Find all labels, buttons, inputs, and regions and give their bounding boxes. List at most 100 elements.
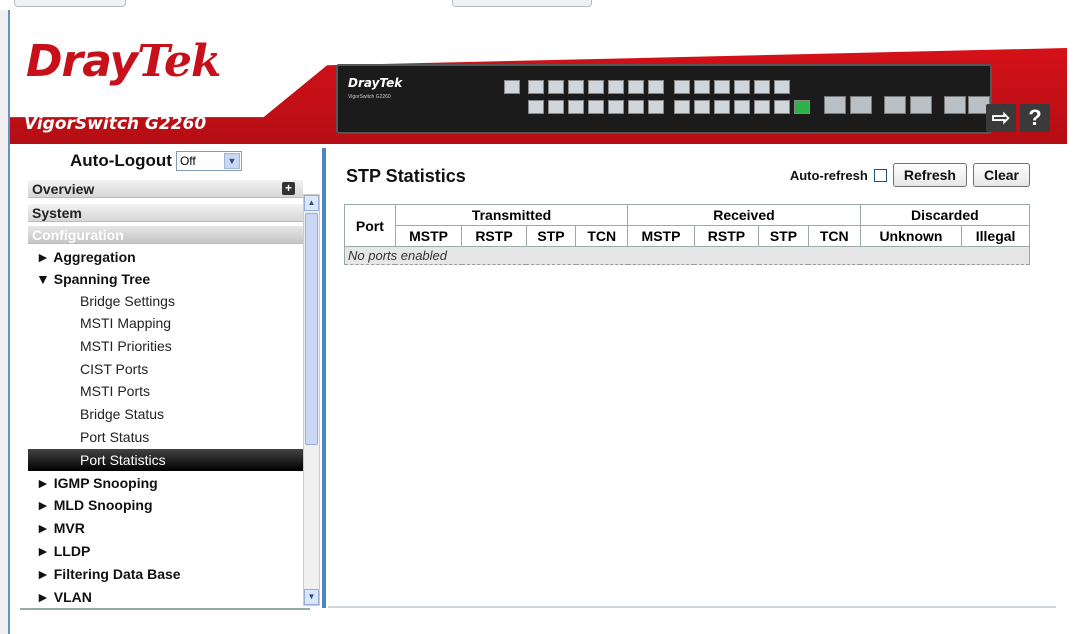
col-illegal-header: Illegal — [961, 225, 1030, 247]
menu-item-spanning-tree[interactable]: ▼ Spanning Tree — [28, 268, 303, 290]
auto-logout-label: Auto-Logout — [70, 151, 172, 170]
port-icon — [734, 100, 750, 114]
chevron-down-icon[interactable]: ▼ — [223, 153, 240, 169]
group-received-header: Received — [627, 204, 861, 226]
sfp-port-icon — [884, 96, 906, 114]
help-icon[interactable]: ? — [1020, 104, 1050, 132]
device-subtitle: VigorSwitch G2260 — [348, 94, 391, 100]
col-tx-mstp-header: MSTP — [394, 225, 463, 247]
auto-logout-value: Off — [179, 154, 196, 168]
menu-overview-label: Overview — [32, 181, 95, 197]
sfp-port-icon — [850, 96, 872, 114]
col-rx-rstp-header: RSTP — [693, 225, 760, 247]
menu-item-bridge-settings[interactable]: Bridge Settings — [28, 290, 303, 312]
menu-item-msti-priorities[interactable]: MSTI Priorities — [28, 335, 303, 357]
browser-tab[interactable] — [452, 0, 592, 7]
menu-item-msti-mapping[interactable]: MSTI Mapping — [28, 312, 303, 334]
draytek-logo: DrayTek — [26, 36, 221, 87]
menu-overview[interactable]: Overview + — [28, 180, 303, 198]
menu-item-filtering-data-base[interactable]: ► Filtering Data Base — [28, 563, 303, 585]
port-icon — [608, 80, 624, 94]
port-icon — [714, 80, 730, 94]
port-icon — [648, 100, 664, 114]
port-icon — [754, 100, 770, 114]
model-name: VigorSwitch G2260 — [24, 114, 207, 134]
auto-logout: Auto-Logout Off ▼ — [70, 150, 242, 172]
sfp-port-icon — [910, 96, 932, 114]
panel-divider — [322, 148, 326, 608]
sfp-port-icon — [824, 96, 846, 114]
table-row: No ports enabled — [344, 246, 1030, 265]
col-port-header: Port — [344, 204, 396, 247]
expand-plus-icon[interactable]: + — [282, 182, 295, 195]
auto-refresh-checkbox[interactable] — [873, 168, 887, 182]
port-icon — [694, 80, 710, 94]
port-icon — [548, 80, 564, 94]
device-logo: DrayTek — [348, 76, 403, 90]
browser-top-strip — [0, 0, 1077, 10]
col-rx-stp-header: STP — [758, 225, 809, 247]
scrollbar-thumb[interactable] — [305, 213, 318, 445]
col-tx-rstp-header: RSTP — [461, 225, 527, 247]
col-rx-mstp-header: MSTP — [627, 225, 695, 247]
port-icon — [588, 100, 604, 114]
menu-item-mvr[interactable]: ► MVR — [28, 517, 303, 539]
group-transmitted-header: Transmitted — [394, 204, 629, 226]
port-icon — [714, 100, 730, 114]
menu-configuration-label: Configuration — [32, 227, 124, 243]
menu-system[interactable]: System — [28, 204, 303, 222]
menu-item-igmp-snooping[interactable]: ► IGMP Snooping — [28, 472, 303, 494]
device-front-panel-image: DrayTek VigorSwitch G2260 — [336, 64, 992, 134]
port-icon — [588, 80, 604, 94]
port-icon — [608, 100, 624, 114]
menu-item-aggregation[interactable]: ► Aggregation — [28, 246, 303, 268]
port-icon — [628, 80, 644, 94]
port-icon — [568, 80, 584, 94]
port-icon — [648, 80, 664, 94]
group-discarded-header: Discarded — [859, 204, 1031, 226]
col-unknown-header: Unknown — [859, 225, 963, 247]
port-icon — [504, 80, 520, 94]
col-tx-tcn-header: TCN — [575, 225, 629, 247]
port-icon — [754, 80, 770, 94]
scroll-down-icon[interactable]: ▼ — [304, 589, 319, 605]
refresh-button[interactable]: Refresh — [892, 163, 967, 187]
logout-icon[interactable]: ⇨ — [986, 104, 1016, 132]
port-icon — [694, 100, 710, 114]
empty-table-message: No ports enabled — [344, 246, 1030, 265]
menu-item-lldp[interactable]: ► LLDP — [28, 540, 303, 562]
sidebar-scrollbar[interactable]: ▲ ▼ — [303, 194, 320, 606]
menu-item-vlan[interactable]: ► VLAN — [28, 586, 303, 608]
port-active-icon — [794, 100, 810, 114]
browser-tab[interactable] — [14, 0, 126, 7]
main-bottom-line — [328, 606, 1056, 608]
toolbar: Auto-refresh Refresh Clear — [790, 163, 1030, 187]
port-icon — [528, 100, 544, 114]
clear-button[interactable]: Clear — [972, 163, 1030, 187]
menu-item-port-status[interactable]: Port Status — [28, 426, 303, 448]
logo-dray-text: Dray — [26, 36, 138, 87]
menu-item-cist-ports[interactable]: CIST Ports — [28, 358, 303, 380]
port-icon — [774, 100, 790, 114]
auto-logout-select[interactable]: Off ▼ — [175, 151, 242, 171]
sidebar-bottom-line — [20, 608, 310, 610]
port-icon — [568, 100, 584, 114]
col-rx-tcn-header: TCN — [807, 225, 861, 247]
port-icon — [548, 100, 564, 114]
menu-configuration[interactable]: Configuration — [28, 226, 303, 244]
stp-statistics-table: Port Transmitted Received Discarded MSTP… — [344, 204, 1031, 265]
scroll-up-icon[interactable]: ▲ — [304, 195, 319, 211]
port-icon — [674, 80, 690, 94]
auto-refresh-label: Auto-refresh — [789, 167, 868, 183]
header: DrayTek VigorSwitch G2260 DrayTek VigorS… — [10, 36, 1067, 144]
menu-item-port-statistics[interactable]: Port Statistics — [28, 449, 303, 471]
menu-item-mld-snooping[interactable]: ► MLD Snooping — [28, 494, 303, 516]
logo-tek-text: Tek — [137, 36, 221, 87]
port-icon — [774, 80, 790, 94]
menu-item-msti-ports[interactable]: MSTI Ports — [28, 380, 303, 402]
sfp-port-icon — [944, 96, 966, 114]
menu-item-bridge-status[interactable]: Bridge Status — [28, 403, 303, 425]
main-content: STP Statistics Auto-refresh Refresh Clea… — [328, 150, 1056, 608]
port-icon — [734, 80, 750, 94]
col-tx-stp-header: STP — [525, 225, 577, 247]
